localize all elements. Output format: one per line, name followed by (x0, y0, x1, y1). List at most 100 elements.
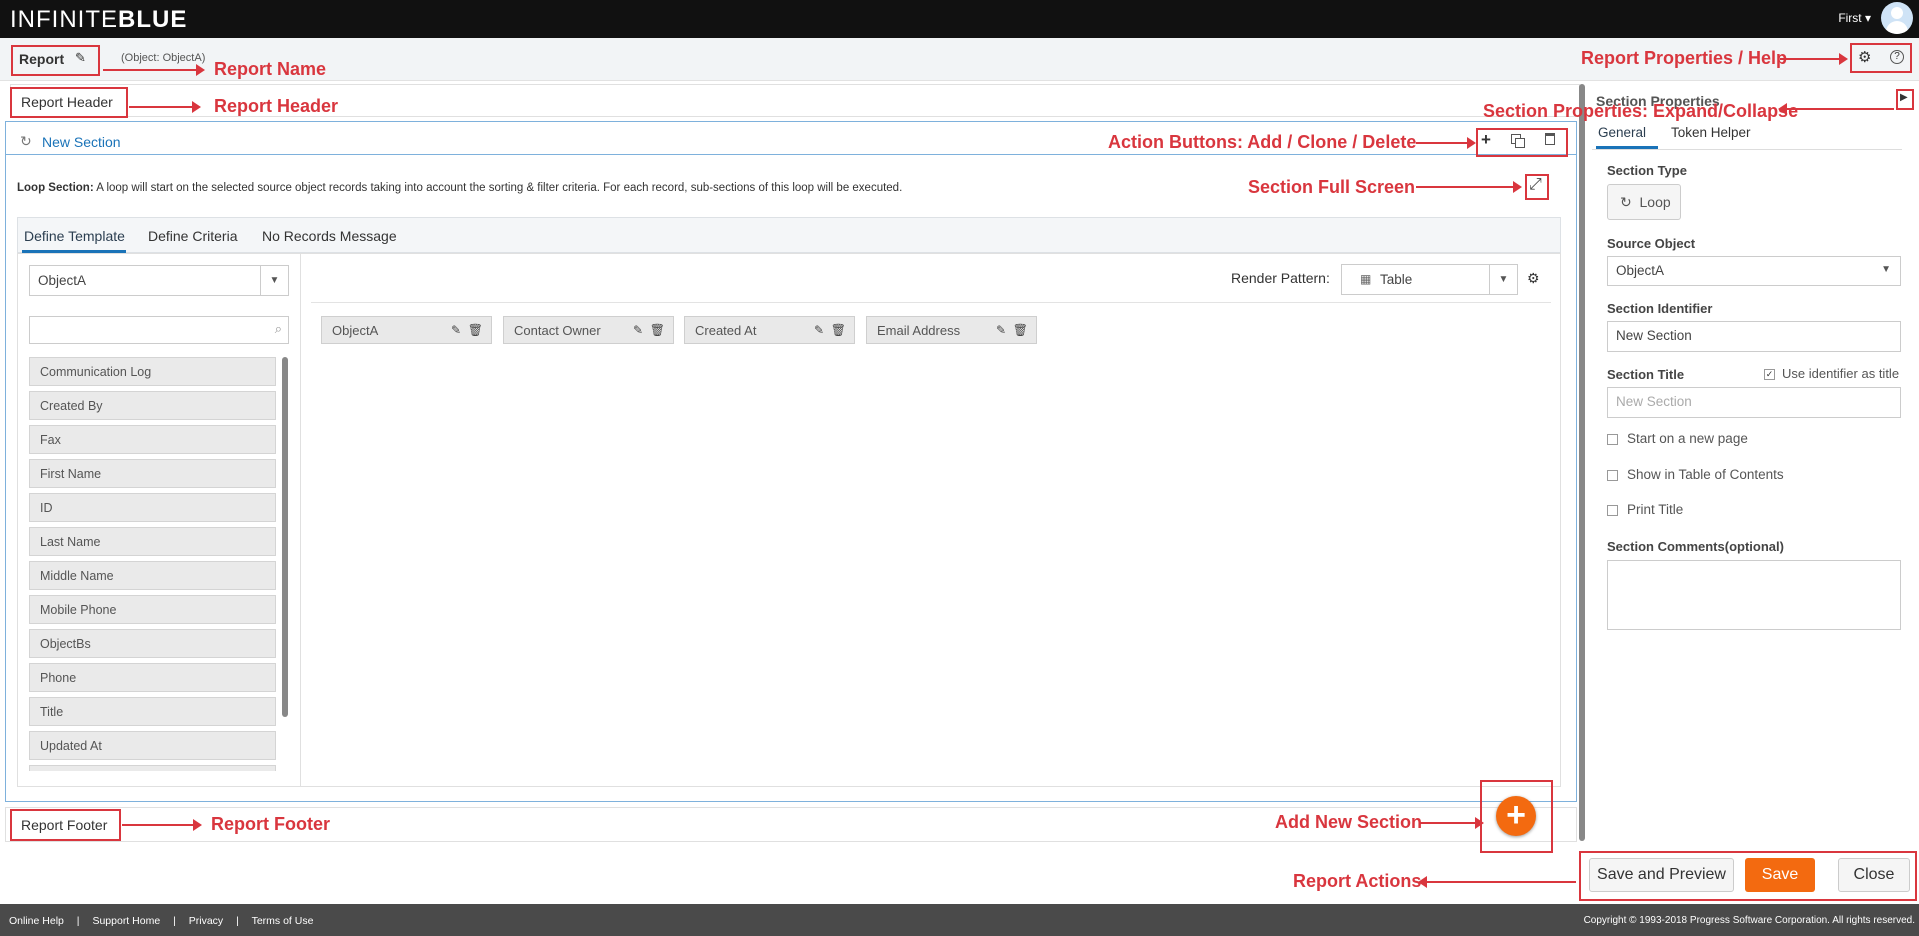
annotation-report-name: Report Name (214, 59, 327, 79)
annotation-arrow (1416, 181, 1522, 193)
list-item[interactable]: Middle Name (29, 561, 276, 590)
object-select-value: ObjectA (38, 273, 87, 288)
annotation-arrow (1418, 876, 1576, 888)
help-icon[interactable]: ? (1890, 50, 1904, 64)
tab-no-records-message[interactable]: No Records Message (262, 228, 397, 244)
section-identifier-input[interactable]: New Section (1607, 321, 1901, 352)
list-item[interactable]: Last Name (29, 527, 276, 556)
annotation-report-properties-help: Report Properties / Help (1581, 48, 1788, 68)
trash-icon[interactable]: 🗑 (831, 323, 846, 337)
add-section-icon[interactable]: + (1481, 130, 1491, 150)
section-name-link[interactable]: New Section (42, 134, 121, 150)
trash-icon[interactable]: 🗑 (650, 323, 665, 337)
fields-scrollbar[interactable] (282, 357, 288, 717)
expand-fullscreen-icon[interactable]: ⤢ (1529, 176, 1542, 194)
section-identifier-value: New Section (1616, 328, 1692, 343)
column-chip[interactable]: Email Address ✎ 🗑 (866, 316, 1037, 344)
chip-actions: ✎ 🗑 (996, 323, 1028, 337)
chip-actions: ✎ 🗑 (814, 323, 846, 337)
source-object-value: ObjectA (1616, 263, 1665, 278)
list-item[interactable]: Mobile Phone (29, 595, 276, 624)
edit-icon[interactable]: ✎ (633, 323, 643, 337)
close-button[interactable]: Close (1838, 858, 1910, 892)
show-toc-label: Show in Table of Contents (1627, 467, 1784, 482)
footer-link-privacy[interactable]: Privacy (189, 915, 223, 927)
edit-icon[interactable]: ✎ (814, 323, 824, 337)
template-tabs-bar (17, 217, 1561, 253)
section-title-input[interactable]: New Section (1607, 387, 1901, 418)
show-toc-checkbox[interactable] (1607, 470, 1618, 481)
annotation-arrow (1416, 137, 1476, 149)
trash-icon[interactable]: 🗑 (468, 323, 483, 337)
chevron-down-icon: ▼ (1489, 265, 1517, 294)
tab-token-helper[interactable]: Token Helper (1671, 125, 1751, 140)
tab-general[interactable]: General (1598, 125, 1646, 140)
column-chip-label: ObjectA (332, 323, 379, 338)
list-item[interactable]: Phone (29, 663, 276, 692)
column-chip[interactable]: Contact Owner ✎ 🗑 (503, 316, 674, 344)
save-and-preview-button[interactable]: Save and Preview (1589, 858, 1734, 892)
annotation-report-actions: Report Actions (1293, 871, 1422, 891)
edit-icon[interactable]: ✎ (451, 323, 461, 337)
logo-text-right: BLUE (118, 6, 188, 33)
object-select[interactable]: ObjectA ▼ (29, 265, 289, 296)
footer-link-terms[interactable]: Terms of Use (252, 915, 314, 927)
source-object-label: Source Object (1607, 236, 1696, 251)
use-identifier-checkbox[interactable]: ✓ (1764, 369, 1775, 380)
gear-icon[interactable]: ⚙ (1858, 48, 1871, 66)
list-item[interactable]: Updated At (29, 731, 276, 760)
list-item[interactable]: ObjectBs (29, 629, 276, 658)
divider (311, 302, 1551, 303)
tab-define-criteria[interactable]: Define Criteria (148, 228, 237, 244)
column-chip-label: Contact Owner (514, 323, 601, 338)
annotation-action-buttons: Action Buttons: Add / Clone / Delete (1108, 132, 1417, 152)
expand-collapse-icon[interactable]: ▶ (1900, 92, 1908, 103)
render-pattern-select[interactable]: ▦ Table ▼ (1341, 264, 1518, 295)
render-settings-gear-icon[interactable]: ⚙ (1527, 270, 1540, 287)
list-item[interactable]: ID (29, 493, 276, 522)
list-item-partial (29, 765, 276, 771)
logo-text-left: INFINITE (10, 6, 118, 33)
delete-section-icon[interactable] (1545, 133, 1555, 145)
section-type-loop-button[interactable]: ↻ Loop (1607, 184, 1681, 220)
add-new-section-button[interactable]: + (1496, 796, 1536, 836)
save-button[interactable]: Save (1745, 858, 1815, 892)
user-avatar-icon[interactable] (1881, 2, 1913, 34)
edit-icon[interactable]: ✎ (996, 323, 1006, 337)
field-search-input[interactable]: ⌕ (29, 316, 289, 344)
use-identifier-label: Use identifier as title (1782, 366, 1900, 381)
list-item[interactable]: Title (29, 697, 276, 726)
divider (1592, 149, 1902, 150)
annotation-arrow (129, 101, 201, 113)
column-chip[interactable]: Created At ✎ 🗑 (684, 316, 855, 344)
print-title-checkbox[interactable] (1607, 505, 1618, 516)
list-item[interactable]: First Name (29, 459, 276, 488)
footer-link-online-help[interactable]: Online Help (9, 915, 64, 927)
trash-icon[interactable]: 🗑 (1013, 323, 1028, 337)
top-navigation-bar: INFINITEBLUE First ▾ (0, 0, 1919, 38)
column-chip[interactable]: ObjectA ✎ 🗑 (321, 316, 492, 344)
annotation-add-new-section: Add New Section (1275, 812, 1423, 832)
app-logo[interactable]: INFINITEBLUE (10, 6, 187, 34)
tab-define-template[interactable]: Define Template (24, 228, 125, 244)
source-object-select[interactable]: ObjectA ▼ (1607, 256, 1901, 286)
print-title-label: Print Title (1627, 502, 1684, 517)
separator: | (236, 915, 239, 927)
render-pattern-value: Table (1380, 272, 1413, 287)
list-item[interactable]: Created By (29, 391, 276, 420)
page-footer: Online Help | Support Home | Privacy | T… (0, 904, 1919, 936)
chip-actions: ✎ 🗑 (451, 323, 483, 337)
list-item[interactable]: Fax (29, 425, 276, 454)
annotation-arrow (1420, 817, 1484, 829)
column-chip-label: Created At (695, 323, 757, 338)
section-comments-textarea[interactable] (1607, 560, 1901, 630)
list-item[interactable]: Communication Log (29, 357, 276, 386)
user-menu[interactable]: First ▾ (1838, 11, 1871, 25)
edit-report-name-icon[interactable]: ✎ (75, 50, 86, 66)
footer-link-support-home[interactable]: Support Home (92, 915, 160, 927)
start-new-page-checkbox[interactable] (1607, 434, 1618, 445)
chevron-down-icon: ▼ (1881, 264, 1891, 275)
search-icon: ⌕ (274, 321, 282, 336)
section-comments-label: Section Comments(optional) (1607, 539, 1784, 554)
clone-section-icon[interactable] (1511, 134, 1525, 148)
